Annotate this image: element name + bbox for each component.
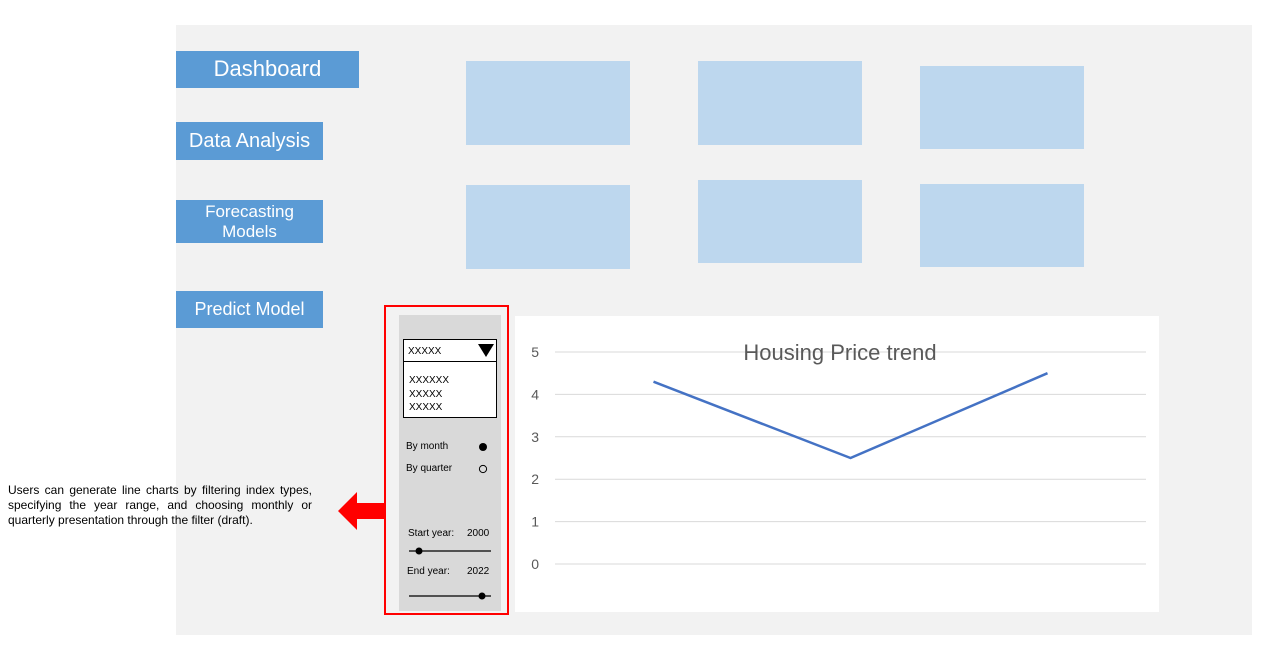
housing-price-chart: 0 1 2 3 4 5 Housing Price trend (531, 340, 1146, 572)
y-tick-label: 1 (531, 514, 539, 530)
dashboard-card (920, 66, 1084, 149)
dashboard-card (466, 61, 630, 145)
y-tick-label: 5 (531, 344, 539, 360)
nav-data-analysis-label: Data Analysis (188, 129, 311, 152)
nav-forecasting-models-button[interactable]: Forecasting Models (176, 200, 323, 243)
nav-data-analysis-button[interactable]: Data Analysis (176, 122, 323, 160)
dashboard-card (698, 61, 862, 145)
y-tick-label: 2 (531, 471, 539, 487)
nav-predict-model-label: Predict Model (194, 299, 305, 320)
pointer-arrow-icon (338, 492, 386, 530)
nav-dashboard-button[interactable]: Dashboard (176, 51, 359, 88)
annotation-text: Users can generate line charts by filter… (8, 483, 312, 527)
series-line (653, 372, 1048, 460)
nav-predict-model-button[interactable]: Predict Model (176, 291, 323, 328)
nav-forecasting-models-label: Forecasting Models (205, 202, 294, 241)
dashboard-card (466, 185, 630, 269)
filter-highlight-box (384, 305, 509, 615)
dashboard-card (698, 180, 862, 263)
dashboard-card (920, 184, 1084, 267)
y-tick-label: 4 (531, 386, 539, 402)
y-tick-label: 3 (531, 429, 539, 445)
chart-title: Housing Price trend (743, 340, 936, 365)
y-tick-label: 0 (531, 556, 539, 572)
nav-dashboard-label: Dashboard (213, 56, 322, 82)
